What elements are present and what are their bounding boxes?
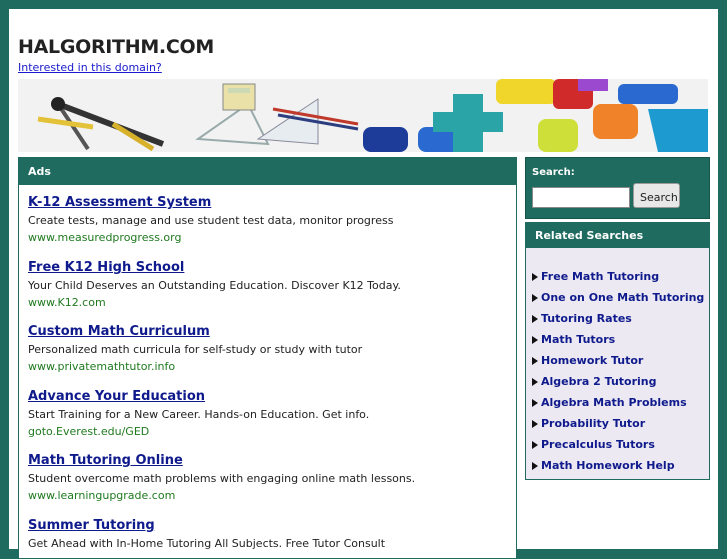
related-search-label[interactable]: Free Math Tutoring: [541, 270, 659, 283]
ad-description: Get Ahead with In-Home Tutoring All Subj…: [28, 537, 386, 550]
ad-url-link[interactable]: www.learningupgrade.com: [28, 489, 415, 502]
related-search-link[interactable]: Algebra Math Problems: [532, 396, 687, 409]
related-search-link[interactable]: Precalculus Tutors: [532, 438, 655, 451]
arrow-right-icon: [532, 294, 538, 302]
ad-item: Math Tutoring Online Student overcome ma…: [28, 453, 415, 502]
related-search-label[interactable]: Probability Tutor: [541, 417, 645, 430]
arrow-right-icon: [532, 378, 538, 386]
arrow-right-icon: [532, 441, 538, 449]
ad-item: K-12 Assessment System Create tests, man…: [28, 195, 393, 244]
related-search-link[interactable]: One on One Math Tutoring: [532, 291, 704, 304]
search-panel: Search: Search: [525, 157, 710, 219]
related-search-label[interactable]: One on One Math Tutoring: [541, 291, 704, 304]
banner-image: [18, 79, 708, 152]
ad-description: Your Child Deserves an Outstanding Educa…: [28, 279, 401, 292]
related-searches-header: Related Searches: [526, 223, 709, 248]
ad-description: Student overcome math problems with enga…: [28, 472, 416, 485]
ad-title-link[interactable]: Math Tutoring Online: [28, 453, 415, 468]
related-search-link[interactable]: Algebra 2 Tutoring: [532, 375, 657, 388]
related-search-label[interactable]: Tutoring Rates: [541, 312, 632, 325]
arrow-right-icon: [532, 315, 538, 323]
ad-url-link[interactable]: www.privatemathtutor.info: [28, 360, 362, 373]
related-search-link[interactable]: Math Homework Help: [532, 459, 675, 472]
math-tools-illustration: [18, 79, 708, 152]
calculator-icon: [222, 83, 256, 111]
ad-item: Advance Your Education Start Training fo…: [28, 389, 369, 438]
search-input[interactable]: [532, 187, 630, 208]
ad-title-link[interactable]: Summer Tutoring: [28, 518, 385, 533]
ad-url-link[interactable]: www.K12.com: [28, 296, 401, 309]
arrow-right-icon: [532, 420, 538, 428]
related-search-label[interactable]: Math Tutors: [541, 333, 615, 346]
arrow-right-icon: [532, 273, 538, 281]
arrow-right-icon: [532, 399, 538, 407]
ad-item: Custom Math Curriculum Personalized math…: [28, 324, 362, 373]
page-container: HALGORITHM.COM Interested in this domain…: [9, 9, 718, 559]
ad-description: Create tests, manage and use student tes…: [28, 214, 394, 227]
search-button[interactable]: Search: [633, 183, 680, 208]
ad-description: Start Training for a New Career. Hands-o…: [28, 408, 370, 421]
site-title: HALGORITHM.COM: [18, 36, 214, 58]
related-search-label[interactable]: Algebra 2 Tutoring: [541, 375, 657, 388]
ads-header: Ads: [19, 158, 516, 185]
related-search-link[interactable]: Free Math Tutoring: [532, 270, 659, 283]
ad-description: Personalized math curricula for self-stu…: [28, 343, 363, 356]
ads-panel: Ads K-12 Assessment System Create tests,…: [18, 157, 517, 559]
arrow-right-icon: [532, 357, 538, 365]
related-search-label[interactable]: Math Homework Help: [541, 459, 675, 472]
ad-url-link[interactable]: goto.Everest.edu/GED: [28, 425, 369, 438]
number-block-icon: [363, 127, 408, 152]
ad-title-link[interactable]: Free K12 High School: [28, 260, 401, 275]
ad-item: Free K12 High School Your Child Deserves…: [28, 260, 401, 309]
domain-inquiry-link[interactable]: Interested in this domain?: [18, 61, 162, 74]
related-searches-panel: Related Searches Free Math Tutoring One …: [525, 222, 710, 480]
related-search-link[interactable]: Homework Tutor: [532, 354, 643, 367]
ad-title-link[interactable]: Custom Math Curriculum: [28, 324, 362, 339]
ad-item: Summer Tutoring Get Ahead with In-Home T…: [28, 518, 385, 554]
related-search-link[interactable]: Tutoring Rates: [532, 312, 632, 325]
ad-url-link[interactable]: www.measuredprogress.org: [28, 231, 393, 244]
related-search-label[interactable]: Homework Tutor: [541, 354, 643, 367]
search-label: Search:: [532, 167, 575, 178]
related-search-label[interactable]: Algebra Math Problems: [541, 396, 687, 409]
related-search-label[interactable]: Precalculus Tutors: [541, 438, 655, 451]
ad-title-link[interactable]: K-12 Assessment System: [28, 195, 393, 210]
arrow-right-icon: [532, 462, 538, 470]
ad-title-link[interactable]: Advance Your Education: [28, 389, 369, 404]
arrow-right-icon: [532, 336, 538, 344]
related-search-link[interactable]: Math Tutors: [532, 333, 615, 346]
related-search-link[interactable]: Probability Tutor: [532, 417, 645, 430]
